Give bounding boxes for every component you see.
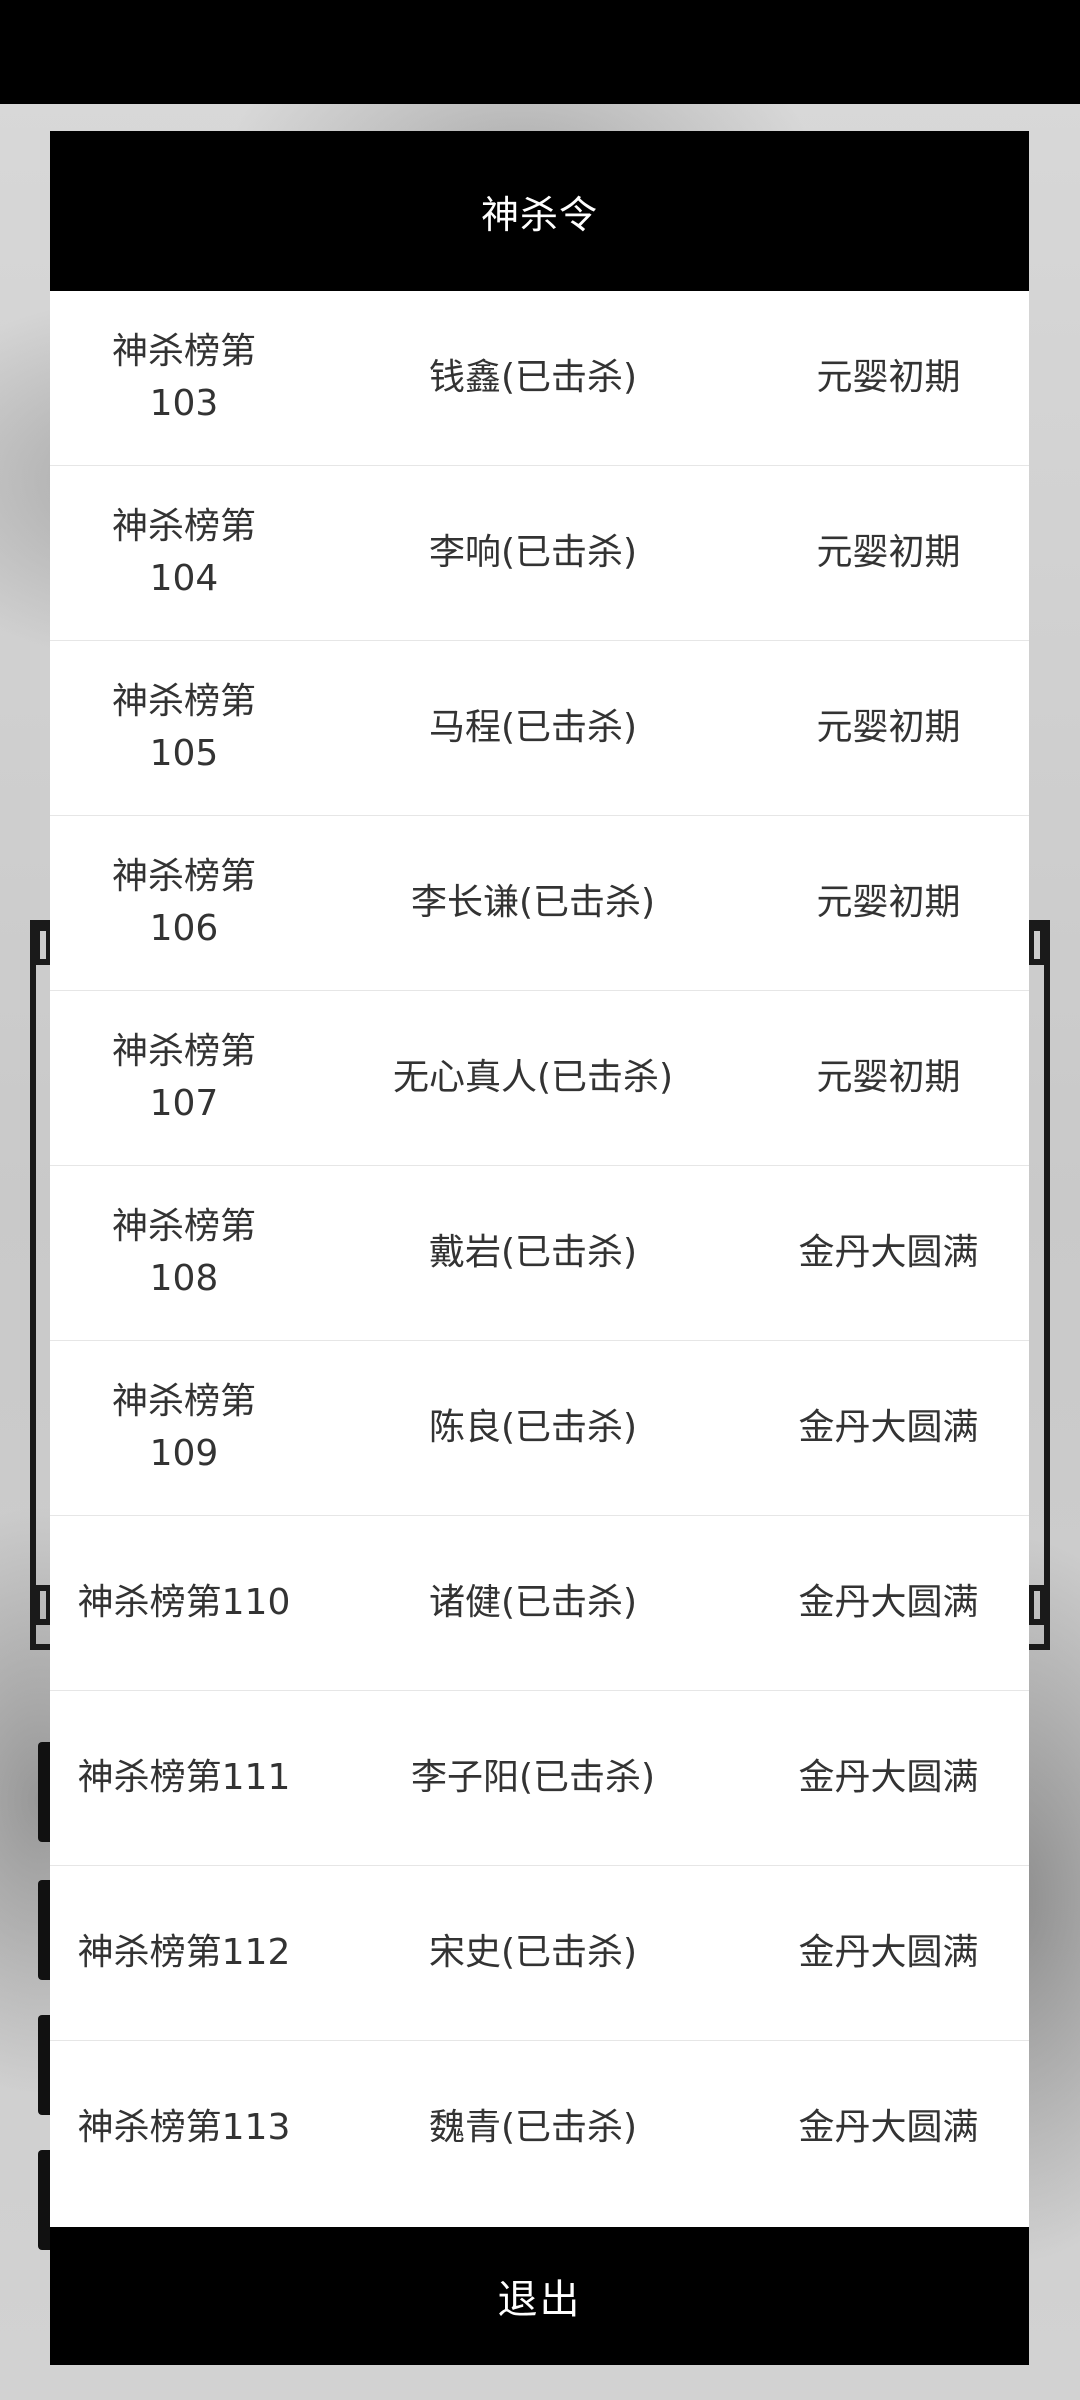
list-item: 神杀榜第 109 陈良(已击杀) 金丹大圆满 xyxy=(50,1341,1029,1516)
realm-cell: 金丹大圆满 xyxy=(798,1932,979,1973)
rank-cell: 神杀榜第 107 xyxy=(111,1031,256,1124)
rank-cell: 神杀榜第 105 xyxy=(111,681,256,774)
realm-cell: 金丹大圆满 xyxy=(798,1407,979,1448)
target-name-cell: 马程(已击杀) xyxy=(428,707,638,748)
frame-corner-ornament xyxy=(1028,1585,1046,1625)
rank-cell: 神杀榜第 108 xyxy=(111,1206,256,1299)
rank-cell: 神杀榜第111 xyxy=(77,1757,291,1798)
realm-cell: 元婴初期 xyxy=(816,532,961,573)
realm-cell: 元婴初期 xyxy=(816,707,961,748)
list-item: 神杀榜第 103 钱鑫(已击杀) 元婴初期 xyxy=(50,291,1029,466)
realm-cell: 元婴初期 xyxy=(816,882,961,923)
exit-button[interactable]: 退出 xyxy=(50,2227,1029,2365)
target-name-cell: 钱鑫(已击杀) xyxy=(428,357,638,398)
frame-corner-ornament xyxy=(1028,925,1046,965)
target-name-cell: 宋史(已击杀) xyxy=(428,1932,638,1973)
rank-cell: 神杀榜第 103 xyxy=(111,331,256,424)
list-item: 神杀榜第 104 李响(已击杀) 元婴初期 xyxy=(50,466,1029,641)
kill-list[interactable]: 神杀榜第 103 钱鑫(已击杀) 元婴初期 神杀榜第 104 李响(已击杀) 元… xyxy=(50,291,1029,2203)
target-name-cell: 诸健(已击杀) xyxy=(428,1582,638,1623)
kill-order-dialog: 神杀令 神杀榜第 103 钱鑫(已击杀) 元婴初期 神杀榜第 104 李响(已击… xyxy=(50,131,1029,2365)
rank-cell: 神杀榜第 106 xyxy=(111,856,256,949)
list-item: 神杀榜第112 宋史(已击杀) 金丹大圆满 xyxy=(50,1866,1029,2041)
list-item: 神杀榜第 105 马程(已击杀) 元婴初期 xyxy=(50,641,1029,816)
rank-cell: 神杀榜第113 xyxy=(77,2107,291,2148)
target-name-cell: 无心真人(已击杀) xyxy=(392,1057,674,1098)
realm-cell: 金丹大圆满 xyxy=(798,2107,979,2148)
realm-cell: 元婴初期 xyxy=(816,1057,961,1098)
realm-cell: 金丹大圆满 xyxy=(798,1232,979,1273)
dialog-title: 神杀令 xyxy=(50,131,1029,291)
status-bar xyxy=(0,0,1080,104)
realm-cell: 金丹大圆满 xyxy=(798,1757,979,1798)
list-item: 神杀榜第 108 戴岩(已击杀) 金丹大圆满 xyxy=(50,1166,1029,1341)
target-name-cell: 戴岩(已击杀) xyxy=(428,1232,638,1273)
target-name-cell: 魏青(已击杀) xyxy=(428,2107,638,2148)
rank-cell: 神杀榜第112 xyxy=(77,1932,291,1973)
target-name-cell: 李长谦(已击杀) xyxy=(410,882,656,923)
target-name-cell: 李子阳(已击杀) xyxy=(410,1757,656,1798)
target-name-cell: 陈良(已击杀) xyxy=(428,1407,638,1448)
list-item: 神杀榜第 106 李长谦(已击杀) 元婴初期 xyxy=(50,816,1029,991)
list-item: 神杀榜第113 魏青(已击杀) 金丹大圆满 xyxy=(50,2041,1029,2203)
rank-cell: 神杀榜第 104 xyxy=(111,506,256,599)
list-item: 神杀榜第 107 无心真人(已击杀) 元婴初期 xyxy=(50,991,1029,1166)
realm-cell: 元婴初期 xyxy=(816,357,961,398)
rank-cell: 神杀榜第110 xyxy=(77,1582,291,1623)
list-item: 神杀榜第110 诸健(已击杀) 金丹大圆满 xyxy=(50,1516,1029,1691)
target-name-cell: 李响(已击杀) xyxy=(428,532,638,573)
rank-cell: 神杀榜第 109 xyxy=(111,1381,256,1474)
list-item: 神杀榜第111 李子阳(已击杀) 金丹大圆满 xyxy=(50,1691,1029,1866)
realm-cell: 金丹大圆满 xyxy=(798,1582,979,1623)
